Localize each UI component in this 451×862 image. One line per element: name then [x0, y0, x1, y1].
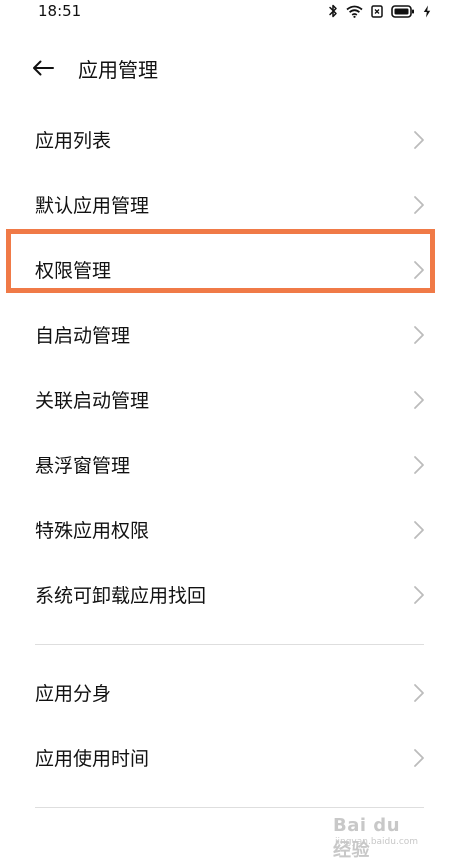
menu-item-label: 关联启动管理	[35, 389, 150, 412]
menu-item-floating-window[interactable]: 悬浮窗管理	[0, 433, 451, 498]
menu-item-label: 悬浮窗管理	[35, 454, 131, 477]
chevron-right-icon	[413, 748, 425, 768]
section-divider	[35, 807, 424, 808]
chevron-right-icon	[413, 130, 425, 150]
menu-item-app-clone[interactable]: 应用分身	[0, 661, 451, 726]
chevron-right-icon	[413, 390, 425, 410]
menu-item-permissions[interactable]: 权限管理	[0, 238, 451, 303]
header: 应用管理	[0, 44, 451, 96]
status-bar: 18:51	[0, 0, 451, 24]
wifi-icon	[346, 5, 363, 18]
menu-item-autostart[interactable]: 自启动管理	[0, 303, 451, 368]
chevron-right-icon	[413, 260, 425, 280]
charging-icon	[423, 5, 431, 18]
chevron-right-icon	[413, 585, 425, 605]
menu-item-label: 默认应用管理	[35, 194, 150, 217]
sim-icon	[371, 4, 383, 18]
watermark: Bai du 经验 jingyan.baidu.com	[333, 815, 423, 861]
chevron-right-icon	[413, 520, 425, 540]
menu-item-app-list[interactable]: 应用列表	[0, 108, 451, 173]
menu-item-recover-system-apps[interactable]: 系统可卸载应用找回	[0, 563, 451, 628]
menu-item-default-apps[interactable]: 默认应用管理	[0, 173, 451, 238]
menu-item-special-permissions[interactable]: 特殊应用权限	[0, 498, 451, 563]
page-title: 应用管理	[78, 58, 158, 82]
menu-item-label: 应用列表	[35, 129, 112, 152]
watermark-subtext: jingyan.baidu.com	[335, 837, 419, 847]
back-arrow-icon	[32, 60, 54, 80]
menu-item-label: 权限管理	[35, 259, 112, 282]
menu-item-label: 自启动管理	[35, 324, 131, 347]
menu-item-label: 应用分身	[35, 682, 112, 705]
status-time: 18:51	[38, 2, 82, 20]
menu-item-app-usage-time[interactable]: 应用使用时间	[0, 726, 451, 791]
battery-icon	[391, 4, 415, 18]
chevron-right-icon	[413, 195, 425, 215]
chevron-right-icon	[413, 325, 425, 345]
menu-item-associated-launch[interactable]: 关联启动管理	[0, 368, 451, 433]
back-button[interactable]	[27, 54, 59, 86]
menu-item-label: 系统可卸载应用找回	[35, 584, 207, 607]
chevron-right-icon	[413, 455, 425, 475]
menu-item-label: 特殊应用权限	[35, 519, 150, 542]
chevron-right-icon	[413, 683, 425, 703]
bluetooth-icon	[328, 4, 338, 18]
status-icons	[328, 2, 431, 20]
settings-menu: 应用列表 默认应用管理 权限管理 自启动管理 关联启动管理 悬浮窗管理 特殊应用…	[0, 108, 451, 808]
menu-item-label: 应用使用时间	[35, 747, 150, 770]
